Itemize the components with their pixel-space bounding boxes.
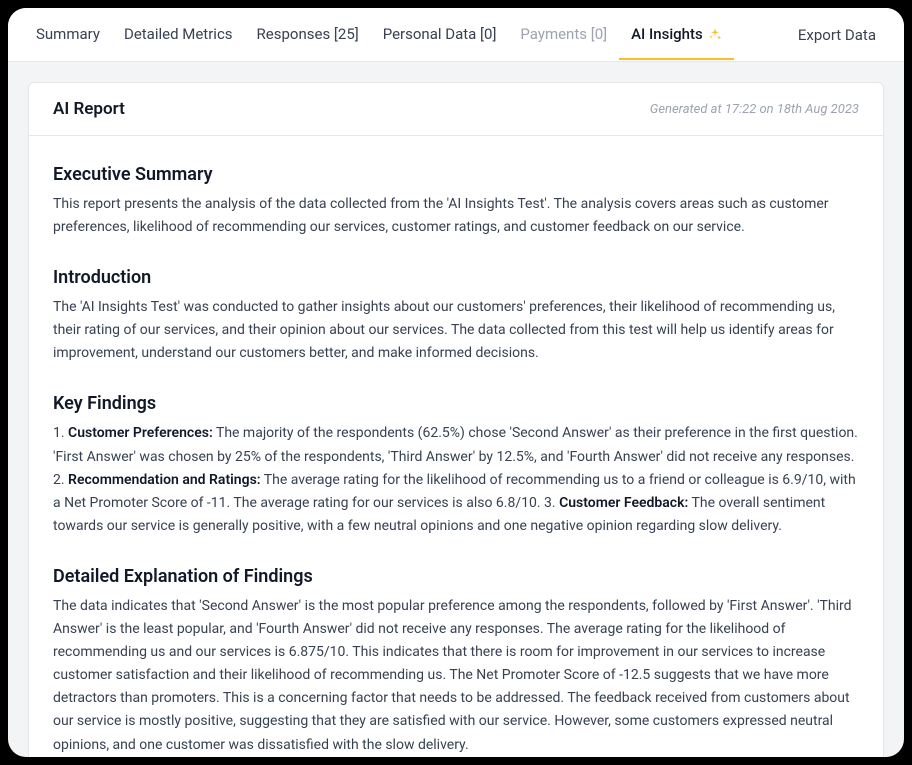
report-title: AI Report [53, 99, 125, 119]
tab-responses[interactable]: Responses [25] [245, 9, 371, 60]
section-heading: Introduction [53, 267, 859, 288]
sparkle-icon [708, 27, 722, 41]
tab-label: AI Insights [631, 25, 703, 43]
tab-personal-data[interactable]: Personal Data [0] [371, 9, 509, 60]
section-introduction: Introduction The 'AI Insights Test' was … [53, 267, 859, 365]
section-executive-summary: Executive Summary This report presents t… [53, 164, 859, 239]
tab-label: Summary [36, 25, 100, 43]
report-card: AI Report Generated at 17:22 on 18th Aug… [28, 82, 884, 757]
section-body: The data indicates that 'Second Answer' … [53, 595, 859, 757]
tab-label: Personal Data [0] [383, 25, 497, 43]
section-body: The 'AI Insights Test' was conducted to … [53, 296, 859, 365]
generated-timestamp: Generated at 17:22 on 18th Aug 2023 [650, 102, 859, 117]
section-heading: Executive Summary [53, 164, 859, 185]
section-heading: Detailed Explanation of Findings [53, 566, 859, 587]
app-window: Summary Detailed Metrics Responses [25] … [8, 8, 904, 757]
content-area: AI Report Generated at 17:22 on 18th Aug… [8, 62, 904, 757]
section-body: This report presents the analysis of the… [53, 193, 859, 239]
section-key-findings: Key Findings 1. Customer Preferences: Th… [53, 393, 859, 537]
card-body: Executive Summary This report presents t… [29, 136, 883, 757]
text: 1. [53, 425, 68, 441]
bold-text: Customer Preferences: [68, 425, 213, 441]
card-header: AI Report Generated at 17:22 on 18th Aug… [29, 83, 883, 136]
export-data-link[interactable]: Export Data [798, 26, 880, 44]
tab-label: Responses [25] [257, 25, 359, 43]
tab-detailed-metrics[interactable]: Detailed Metrics [112, 9, 245, 60]
export-label: Export Data [798, 26, 876, 44]
tab-bar: Summary Detailed Metrics Responses [25] … [8, 8, 904, 62]
section-detailed-explanation: Detailed Explanation of Findings The dat… [53, 566, 859, 757]
bold-text: Recommendation and Ratings: [68, 472, 261, 488]
section-heading: Key Findings [53, 393, 859, 414]
tab-payments[interactable]: Payments [0] [508, 9, 619, 60]
section-body: 1. Customer Preferences: The majority of… [53, 422, 859, 537]
tab-label: Payments [0] [520, 25, 607, 43]
tab-label: Detailed Metrics [124, 25, 233, 43]
tab-summary[interactable]: Summary [32, 9, 112, 60]
bold-text: Customer Feedback: [559, 495, 688, 511]
tab-ai-insights[interactable]: AI Insights [619, 9, 734, 60]
